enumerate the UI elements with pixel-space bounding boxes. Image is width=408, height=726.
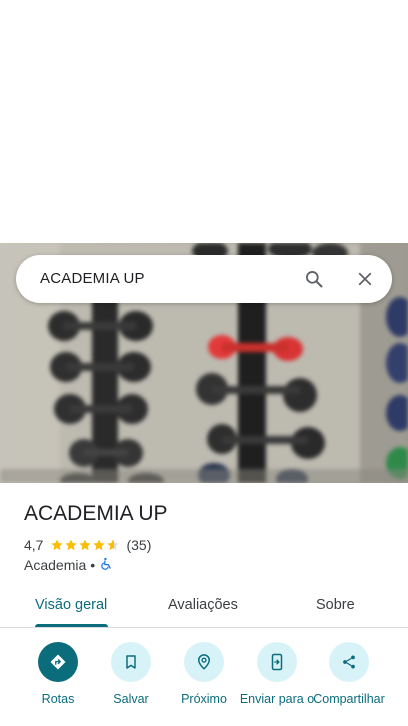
place-title: ACADEMIA UP <box>24 502 168 525</box>
star-full-icon <box>93 539 106 551</box>
share-icon <box>329 642 369 682</box>
nearby-button[interactable]: Próximo <box>166 640 242 706</box>
category-row: Academia • <box>24 556 113 574</box>
active-tab-indicator <box>35 624 108 627</box>
separator-dot: • <box>90 557 96 573</box>
share-button[interactable]: Compartilhar <box>311 640 387 706</box>
directions-icon <box>38 642 78 682</box>
search-query-text[interactable]: ACADEMIA UP <box>40 270 145 287</box>
star-half-icon <box>107 539 120 551</box>
place-tabs: Visão geral Avaliações Sobre <box>0 585 408 628</box>
search-icon[interactable] <box>300 265 328 293</box>
rating-stars <box>50 538 120 552</box>
send-to-phone-label: Enviar para o <box>239 692 315 706</box>
send-to-phone-button[interactable]: Enviar para o <box>239 640 315 706</box>
reviews-count[interactable]: (35) <box>126 537 151 553</box>
star-full-icon <box>51 539 64 551</box>
save-button[interactable]: Salvar <box>93 640 169 706</box>
nearby-icon <box>184 642 224 682</box>
close-icon[interactable] <box>351 265 379 293</box>
directions-button[interactable]: Rotas <box>20 640 96 706</box>
rating-value: 4,7 <box>24 537 44 553</box>
tab-about[interactable]: Sobre <box>316 597 355 613</box>
wheelchair-icon <box>99 557 113 574</box>
share-label: Compartilhar <box>313 692 385 706</box>
bookmark-icon <box>111 642 151 682</box>
map-blank-area <box>0 0 408 243</box>
star-full-icon <box>65 539 78 551</box>
nearby-label: Próximo <box>181 692 227 706</box>
tab-reviews[interactable]: Avaliações <box>168 597 238 613</box>
search-bar[interactable]: ACADEMIA UP <box>16 255 392 303</box>
action-buttons: Rotas Salvar Próximo Enviar para o Compa… <box>0 640 408 726</box>
save-label: Salvar <box>113 692 149 706</box>
star-full-icon <box>79 539 92 551</box>
place-category: Academia <box>24 557 87 573</box>
tab-overview[interactable]: Visão geral <box>35 597 107 613</box>
directions-label: Rotas <box>41 692 75 706</box>
rating-row[interactable]: 4,7 (35) <box>24 536 151 554</box>
send-to-phone-icon <box>257 642 297 682</box>
